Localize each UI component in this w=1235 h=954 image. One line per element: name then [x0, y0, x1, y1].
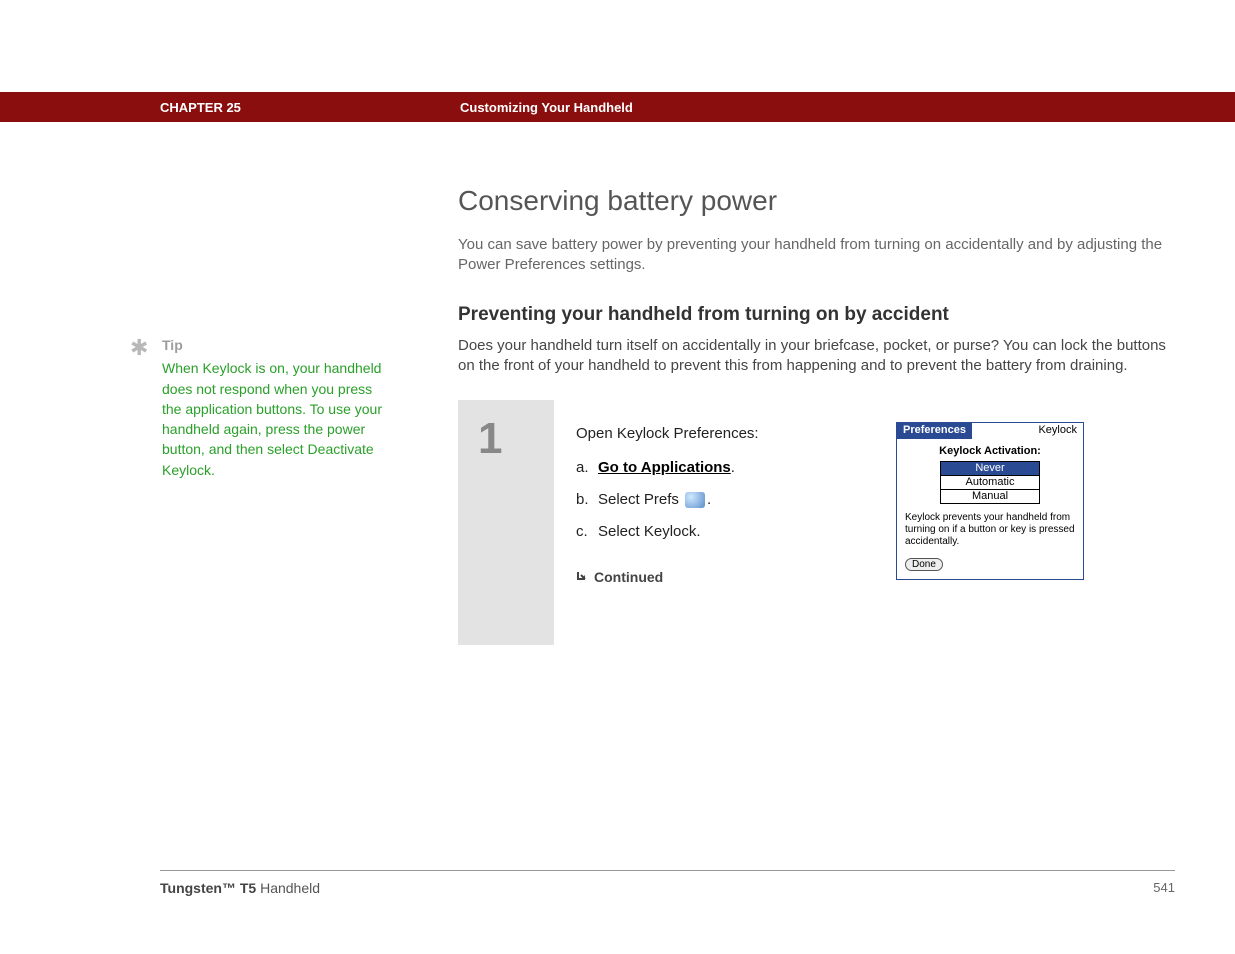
palm-option-manual[interactable]: Manual — [941, 490, 1039, 503]
palm-heading: Keylock Activation: — [905, 445, 1075, 457]
continued-text: Continued — [594, 566, 663, 588]
page-number: 541 — [1153, 880, 1175, 896]
chapter-header: CHAPTER 25 Customizing Your Handheld — [0, 92, 1235, 122]
chapter-title: Customizing Your Handheld — [460, 100, 633, 115]
chapter-label: CHAPTER 25 — [160, 100, 241, 115]
step-box: 1 Open Keylock Preferences: a. Go to App… — [458, 400, 1163, 645]
step-b-after: . — [707, 491, 711, 508]
tip-body: When Keylock is on, your handheld does n… — [162, 358, 390, 480]
continued-label: Continued — [576, 566, 836, 588]
tip-block: ✱ Tip When Keylock is on, your handheld … — [130, 335, 390, 480]
palm-title-left: Preferences — [897, 423, 972, 439]
intro-paragraph: You can save battery power by preventing… — [458, 235, 1178, 276]
palm-option-automatic[interactable]: Automatic — [941, 476, 1039, 490]
page-title: Conserving battery power — [458, 185, 1178, 217]
step-a-period: . — [731, 459, 735, 476]
step-c: c. Select Keylock. — [576, 520, 836, 544]
go-to-applications-link[interactable]: Go to Applications — [598, 459, 731, 476]
section-paragraph: Does your handheld turn itself on accide… — [458, 336, 1178, 377]
step-lead: Open Keylock Preferences: — [576, 422, 836, 446]
palm-options: Never Automatic Manual — [940, 461, 1040, 504]
footer: Tungsten™ T5 Handheld 541 — [160, 880, 1175, 896]
step-c-letter: c. — [576, 520, 598, 544]
step-body: Open Keylock Preferences: a. Go to Appli… — [553, 400, 1163, 645]
step-instructions: Open Keylock Preferences: a. Go to Appli… — [576, 422, 836, 617]
palm-content: Keylock Activation: Never Automatic Manu… — [897, 439, 1083, 579]
palm-done-button[interactable]: Done — [905, 558, 943, 571]
step-b-before: Select Prefs — [598, 491, 683, 508]
continued-arrow-icon — [576, 566, 588, 588]
step-c-text: Select Keylock. — [598, 520, 701, 544]
asterisk-icon: ✱ — [130, 332, 148, 364]
step-b-letter: b. — [576, 488, 598, 512]
palm-option-never[interactable]: Never — [941, 462, 1039, 476]
step-a-letter: a. — [576, 456, 598, 480]
main-content: Conserving battery power You can save ba… — [458, 185, 1178, 645]
prefs-icon — [685, 492, 705, 508]
palm-titlebar: Preferences Keylock — [897, 423, 1083, 439]
palm-title-right: Keylock — [1032, 423, 1083, 439]
palm-screenshot: Preferences Keylock Keylock Activation: … — [896, 422, 1084, 580]
palm-description: Keylock prevents your handheld from turn… — [905, 512, 1075, 548]
step-number: 1 — [458, 400, 553, 645]
footer-rule — [160, 870, 1175, 871]
step-a: a. Go to Applications. — [576, 456, 836, 480]
product-name-rest: Handheld — [256, 880, 320, 896]
step-b: b. Select Prefs . — [576, 488, 836, 512]
section-heading: Preventing your handheld from turning on… — [458, 304, 1178, 326]
product-name-bold: Tungsten™ T5 — [160, 880, 256, 896]
tip-label: Tip — [162, 335, 390, 355]
